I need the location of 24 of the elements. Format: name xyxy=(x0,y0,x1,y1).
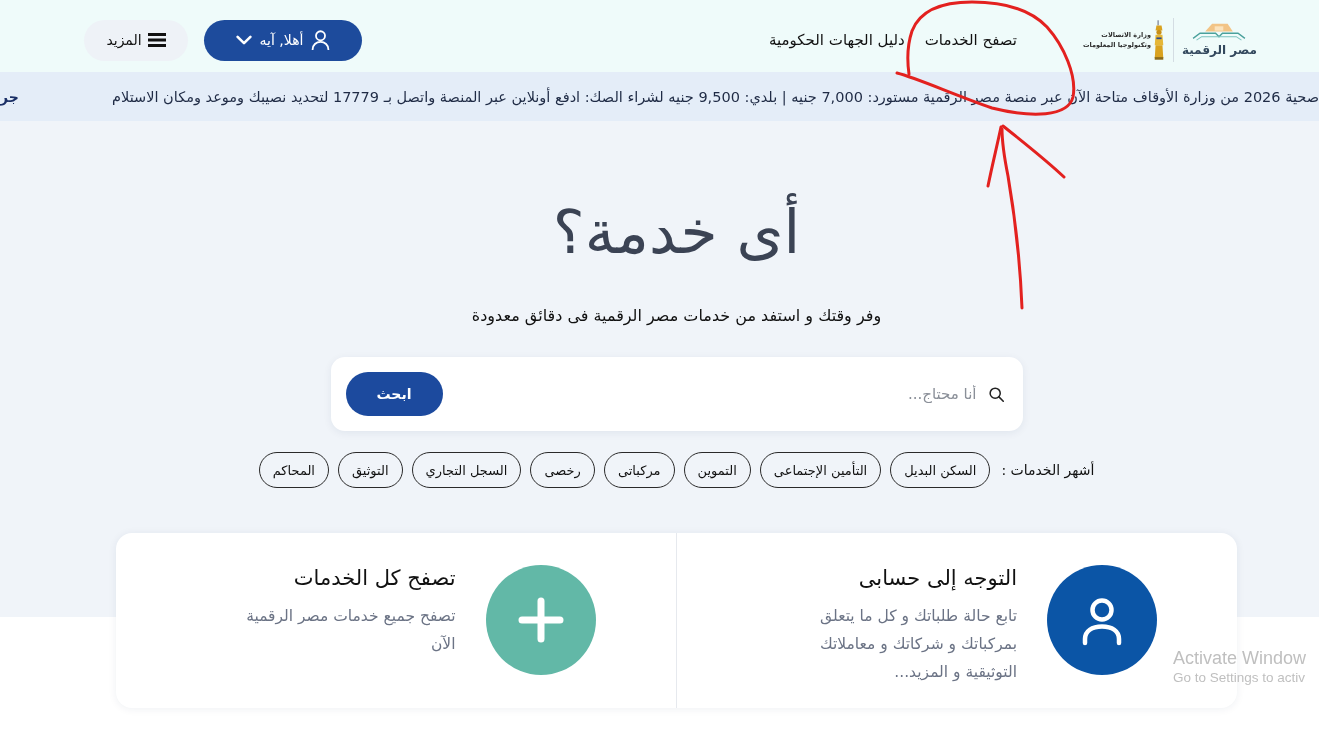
popular-services-label: أشهر الخدمات : xyxy=(1001,462,1095,478)
nav-link[interactable]: تصفح الخدمات xyxy=(924,31,1017,49)
roof-icon xyxy=(1191,21,1248,41)
caret-icon xyxy=(235,35,252,45)
search-icon xyxy=(988,386,1004,402)
card-title-link[interactable]: التوجه إلى حسابى xyxy=(781,563,1017,593)
nav-link[interactable]: دليل الجهات الحكومية xyxy=(768,31,905,49)
menu-icon xyxy=(147,33,166,47)
hero-title: أى خدمة؟ xyxy=(552,193,801,271)
logo-text: مصر الرقمية xyxy=(1181,41,1257,59)
search-button[interactable]: ابحث xyxy=(345,372,443,416)
user-icon xyxy=(311,30,331,50)
hero-subtitle: وفر وقتك و استفد من خدمات مصر الرقمية فى دقائق معدودة xyxy=(471,305,882,328)
watermark-title: Activate Window xyxy=(1173,647,1307,669)
watermark-subtitle: Go to Settings to activ xyxy=(1173,669,1307,687)
card-description: تابع حالة طلباتك و كل ما يتعلق بمركباتك و شركاتك و معاملاتك التوثيقية و المزيد... xyxy=(818,606,1017,683)
news-headline-text[interactable]: جر xyxy=(0,88,19,105)
card-description: تصفح جميع خدمات مصر الرقمية الآن xyxy=(245,606,456,655)
more-menu-button[interactable]: المزيد xyxy=(84,19,188,61)
card-title-link[interactable]: تصفح كل الخدمات xyxy=(219,563,456,593)
statue-icon xyxy=(1152,19,1165,61)
user-menu-button[interactable]: أهلا, آيه xyxy=(204,19,362,61)
user-icon xyxy=(1047,565,1157,675)
plus-icon xyxy=(485,565,596,675)
